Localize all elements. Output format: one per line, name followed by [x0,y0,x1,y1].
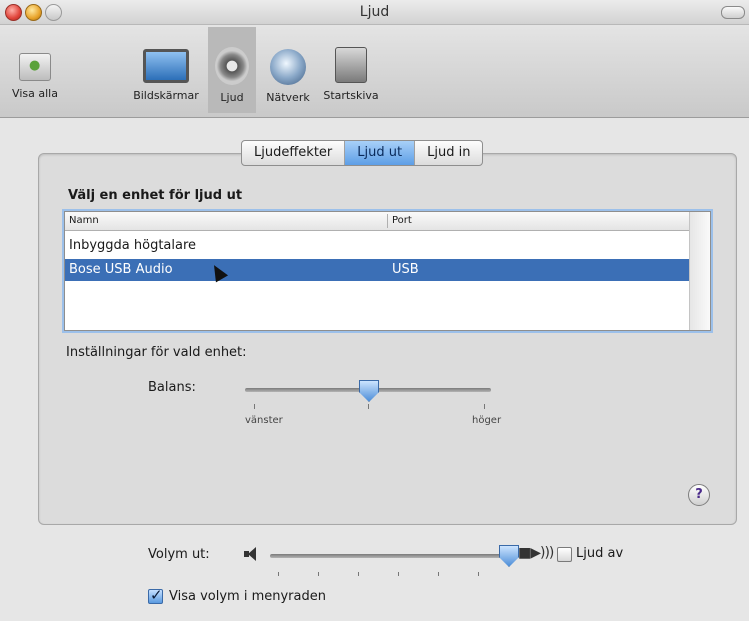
table-row-selected[interactable]: Bose USB Audio USB [65,259,689,281]
device-port: USB [392,262,419,277]
mute-label[interactable]: Ljud av [576,546,623,561]
device-name: Bose USB Audio [69,262,173,277]
vertical-scrollbar[interactable] [689,212,710,330]
toolbar-item-label: Startskiva [323,89,379,102]
volume-tick [438,572,439,576]
speaker-loud-icon: ■▶))) [518,545,554,561]
volume-tick [318,572,319,576]
speaker-quiet-icon [244,547,258,561]
column-header-name[interactable]: Namn [69,215,99,226]
displays-icon [143,49,189,83]
toolbar-toggle-button[interactable] [721,6,745,19]
volume-slider-thumb[interactable] [499,545,519,567]
window-title: Ljud [359,4,390,20]
toolbar-item-label: Bildskärmar [133,89,199,102]
balance-tick-center [368,404,369,409]
tab-sound-effects[interactable]: Ljudeffekter [242,141,346,165]
show-volume-in-menubar-checkbox[interactable] [148,586,163,604]
toolbar-item-startup-disk[interactable]: Startskiva [318,27,384,113]
column-divider [387,214,388,228]
volume-tick [278,572,279,576]
title-bar: Ljud [0,0,749,25]
sound-preferences-window: Ljud Visa alla Bildskärmar Ljud Nätverk … [0,0,749,621]
output-volume-label: Volym ut: [148,547,210,562]
volume-tick [398,572,399,576]
balance-left-label: vänster [245,415,283,426]
balance-label: Balans: [148,380,196,395]
toolbar-item-label: Nätverk [266,91,310,104]
toolbar-item-displays[interactable]: Bildskärmar [124,27,208,113]
balance-tick-left [254,404,255,409]
network-icon [270,49,306,85]
volume-slider-track[interactable] [270,554,510,558]
balance-right-label: höger [472,415,502,426]
mute-checkbox[interactable] [557,547,572,562]
tab-panel [38,153,737,525]
device-settings-label: Inställningar för vald enhet: [66,345,247,360]
output-device-heading: Välj en enhet för ljud ut [68,188,243,203]
toolbar-item-show-all[interactable]: Visa alla [0,27,70,113]
tab-output[interactable]: Ljud ut [345,141,416,165]
toolbar-item-network[interactable]: Nätverk [258,27,318,113]
table-row[interactable]: Inbyggda högtalare [65,235,689,257]
tab-bar: Ljudeffekter Ljud ut Ljud in [241,140,484,166]
toolbar-item-sound[interactable]: Ljud [208,27,256,113]
toolbar-item-label: Visa alla [12,87,58,100]
toolbar-item-label: Ljud [220,91,244,104]
startup-disk-icon [335,47,367,83]
show-volume-in-menubar-label[interactable]: Visa volym i menyraden [169,589,326,604]
balance-tick-right [484,404,485,409]
volume-tick [478,572,479,576]
help-button[interactable]: ? [688,484,710,506]
table-header: Namn Port [65,212,689,231]
device-name: Inbyggda högtalare [69,238,197,253]
output-device-table[interactable]: Namn Port Inbyggda högtalare Bose USB Au… [64,211,711,331]
volume-tick [358,572,359,576]
show-all-icon [19,53,51,81]
column-header-port[interactable]: Port [392,215,412,226]
sound-icon [215,47,249,85]
tab-input[interactable]: Ljud in [415,141,482,165]
toolbar: Visa alla Bildskärmar Ljud Nätverk Start… [0,25,749,118]
